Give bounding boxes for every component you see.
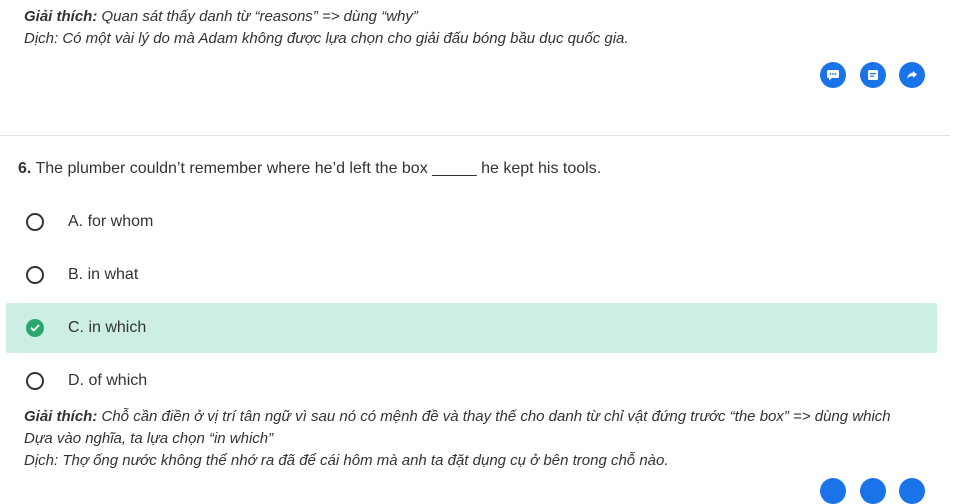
explanation: Giải thích: Chỗ cần điền ở vị trí tân ng… xyxy=(24,406,891,472)
note-icon xyxy=(868,70,878,80)
option-label: D. of which xyxy=(68,372,148,389)
note-button[interactable] xyxy=(860,478,886,504)
question-number: 6. xyxy=(18,160,32,177)
check-circle-icon xyxy=(26,319,44,337)
radio-icon xyxy=(26,372,44,390)
radio-icon xyxy=(26,213,44,231)
option-label: B. in what xyxy=(68,266,139,283)
option-c[interactable]: C. in which xyxy=(6,303,937,353)
comment-icon xyxy=(827,70,839,81)
comment-button[interactable] xyxy=(820,478,846,504)
explain-label: Giải thích: xyxy=(24,408,98,425)
option-a[interactable]: A. for whom xyxy=(6,197,937,247)
share-button[interactable] xyxy=(899,62,925,88)
section-divider xyxy=(0,135,950,136)
note-button[interactable] xyxy=(860,62,886,88)
option-d[interactable]: D. of which xyxy=(6,356,937,406)
share-icon xyxy=(907,71,917,79)
radio-icon xyxy=(26,266,44,284)
question-text: 6. The plumber couldn’t remember where h… xyxy=(18,160,601,178)
prev-explain-text: Quan sát thấy danh từ “reasons” => dùng … xyxy=(97,8,418,25)
share-button[interactable] xyxy=(899,478,925,504)
translation: Dịch: Thợ ống nước không thể nhớ ra đã đ… xyxy=(24,452,669,469)
option-b[interactable]: B. in what xyxy=(6,250,937,300)
option-label: C. in which xyxy=(68,319,147,336)
prev-translation: Dịch: Có một vài lý do mà Adam không đượ… xyxy=(24,30,629,47)
option-label: A. for whom xyxy=(68,213,154,230)
explain-line: Giải thích: Chỗ cần điền ở vị trí tân ng… xyxy=(24,406,891,428)
comment-button[interactable] xyxy=(820,62,846,88)
prev-explain-line: Giải thích: Quan sát thấy danh từ “reaso… xyxy=(24,6,629,28)
prev-explanation: Giải thích: Quan sát thấy danh từ “reaso… xyxy=(24,6,629,50)
question-body: The plumber couldn’t remember where he’d… xyxy=(31,160,602,177)
explain-line-2: Dựa vào nghĩa, ta lựa chọn “in which” xyxy=(24,430,274,447)
prev-explain-label: Giải thích: xyxy=(24,8,98,25)
explain-text: Chỗ cần điền ở vị trí tân ngữ vì sau nó … xyxy=(97,408,891,425)
